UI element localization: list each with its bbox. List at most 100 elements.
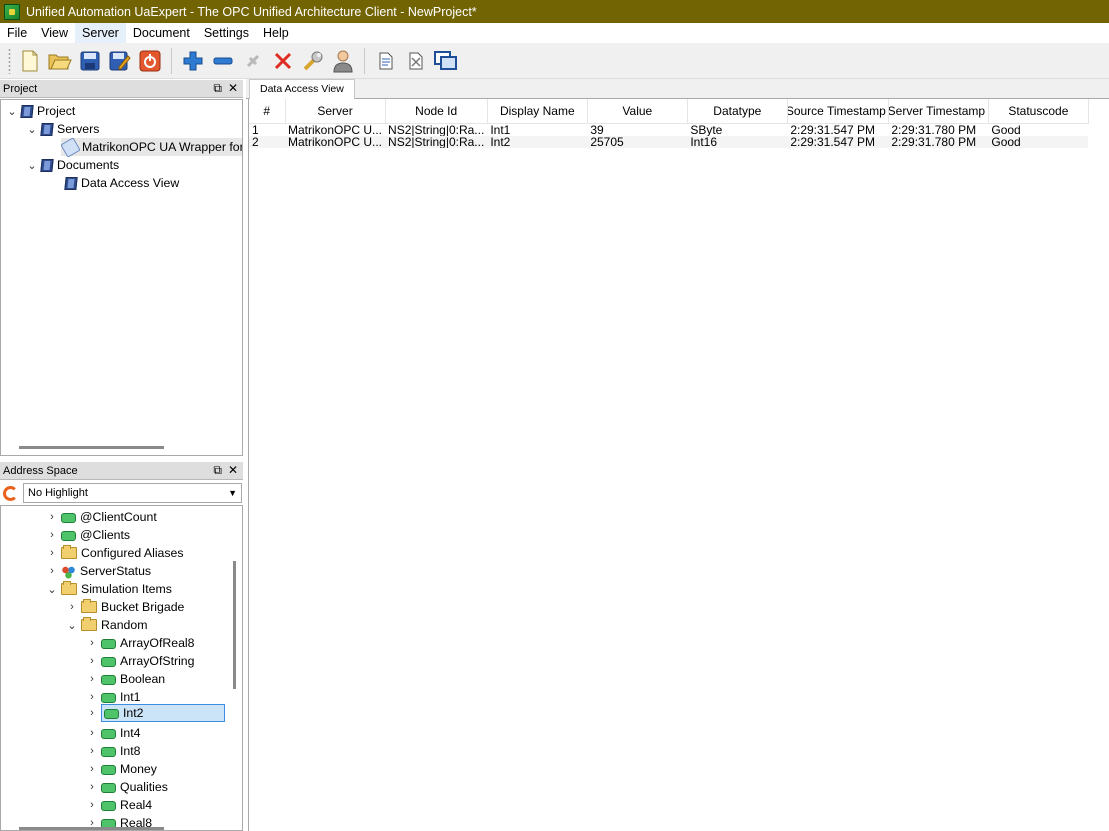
tree-item-money[interactable]: › Money — [85, 760, 157, 778]
tree-item-real4[interactable]: › Real4 — [85, 796, 152, 814]
remove-server-icon[interactable] — [209, 47, 237, 75]
chevron-right-icon[interactable]: › — [85, 655, 99, 667]
variable-icon — [101, 746, 116, 757]
folder-icon — [61, 581, 77, 595]
refresh-icon[interactable] — [3, 486, 18, 501]
chevron-down-icon[interactable]: ⌄ — [25, 123, 39, 136]
close-panel-icon[interactable]: ✕ — [228, 81, 238, 96]
menu-settings[interactable]: Settings — [197, 23, 256, 43]
folder-icon — [81, 599, 97, 613]
tree-item-random[interactable]: ⌄ Random — [65, 616, 147, 634]
tree-item-int8[interactable]: › Int8 — [85, 742, 140, 760]
chevron-right-icon[interactable]: › — [45, 511, 59, 523]
documents-folder-icon — [40, 158, 54, 172]
variable-icon — [101, 764, 116, 775]
chevron-right-icon[interactable]: › — [85, 673, 99, 685]
chevron-down-icon[interactable]: ⌄ — [25, 159, 39, 172]
delete-icon[interactable] — [269, 47, 297, 75]
tree-item-bucket-brigade[interactable]: › Bucket Brigade — [65, 598, 184, 616]
tree-item-array-of-string[interactable]: › ArrayOfString — [85, 652, 194, 670]
tree-item-boolean[interactable]: › Boolean — [85, 670, 165, 688]
tree-item-data-access-view[interactable]: Data Access View — [63, 174, 179, 192]
menu-file[interactable]: File — [0, 23, 34, 43]
address-space-panel-header: Address Space ⧉ ✕ — [0, 462, 243, 480]
column-header-datatype[interactable]: Datatype — [687, 99, 788, 124]
window-title: Unified Automation UaExpert - The OPC Un… — [26, 4, 477, 19]
user-icon[interactable] — [329, 47, 357, 75]
tree-item-documents[interactable]: ⌄ Documents — [25, 156, 119, 174]
tree-item-server-status[interactable]: › ServerStatus — [45, 562, 151, 580]
float-panel-icon[interactable]: ⧉ — [213, 81, 222, 96]
column-header-index[interactable]: # — [249, 99, 286, 124]
tree-item-int4[interactable]: › Int4 — [85, 724, 140, 742]
chevron-down-icon[interactable]: ⌄ — [65, 619, 79, 632]
tree-item-simulation-items[interactable]: ⌄ Simulation Items — [45, 580, 172, 598]
tree-item-project[interactable]: ⌄ Project — [5, 102, 75, 120]
cell-server: MatrikonOPC U... — [285, 135, 386, 148]
horizontal-scrollbar[interactable] — [19, 446, 164, 449]
chevron-right-icon[interactable]: › — [85, 637, 99, 649]
save-project-icon[interactable] — [76, 47, 104, 75]
float-panel-icon[interactable]: ⧉ — [213, 463, 222, 478]
variable-icon — [104, 708, 119, 719]
tree-item-servers[interactable]: ⌄ Servers — [25, 120, 99, 138]
close-panel-icon[interactable]: ✕ — [228, 463, 238, 478]
chevron-right-icon[interactable]: › — [85, 763, 99, 775]
chevron-right-icon[interactable]: › — [45, 529, 59, 541]
cell-value: 39 — [590, 123, 604, 136]
column-header-server-timestamp[interactable]: Server Timestamp — [888, 99, 989, 124]
chevron-right-icon[interactable]: › — [85, 727, 99, 739]
column-header-source-timestamp[interactable]: Source Timestamp — [787, 99, 889, 124]
save-as-icon[interactable] — [106, 47, 134, 75]
column-header-node-id[interactable]: Node Id — [385, 99, 488, 124]
menu-document[interactable]: Document — [126, 23, 197, 43]
chevron-right-icon[interactable]: › — [85, 745, 99, 757]
menu-help[interactable]: Help — [256, 23, 296, 43]
tree-item-clients[interactable]: › @Clients — [45, 526, 130, 544]
chevron-right-icon[interactable]: › — [85, 707, 99, 719]
address-space-tree: › @ClientCount › @Clients › Configured A… — [0, 505, 243, 831]
variable-icon — [101, 800, 116, 811]
menu-view[interactable]: View — [34, 23, 75, 43]
connect-icon[interactable] — [239, 47, 267, 75]
tree-item-int2[interactable]: Int2 — [101, 704, 225, 722]
object-icon — [61, 563, 76, 579]
settings-wrench-icon[interactable] — [299, 47, 327, 75]
dropdown-arrow-icon[interactable]: ▼ — [228, 488, 237, 498]
tree-item-array-of-real8[interactable]: › ArrayOfReal8 — [85, 634, 194, 652]
column-header-server[interactable]: Server — [285, 99, 386, 124]
column-header-statuscode[interactable]: Statuscode — [988, 99, 1089, 124]
vertical-scrollbar[interactable] — [233, 561, 236, 689]
chevron-down-icon[interactable]: ⌄ — [45, 583, 59, 596]
variable-icon — [61, 512, 76, 523]
remove-document-icon[interactable] — [402, 47, 430, 75]
disconnect-icon[interactable] — [136, 47, 164, 75]
table-row[interactable]: 2 MatrikonOPC U... NS2|String|0:Ra... In… — [249, 135, 1089, 148]
cell-display-name: Int2 — [487, 135, 588, 148]
chevron-right-icon[interactable]: › — [65, 601, 79, 613]
tree-item-client-count[interactable]: › @ClientCount — [45, 508, 157, 526]
highlight-filter-dropdown[interactable]: No Highlight ▼ — [23, 483, 242, 503]
new-project-icon[interactable] — [16, 47, 44, 75]
variable-icon — [101, 728, 116, 739]
tab-data-access-view[interactable]: Data Access View — [249, 79, 355, 99]
tree-item-configured-aliases[interactable]: › Configured Aliases — [45, 544, 184, 562]
chevron-right-icon[interactable]: › — [45, 547, 59, 559]
tree-item-qualities[interactable]: › Qualities — [85, 778, 168, 796]
horizontal-scrollbar[interactable] — [19, 827, 164, 830]
chevron-down-icon[interactable]: ⌄ — [5, 105, 19, 118]
table-row[interactable]: 1 MatrikonOPC U... NS2|String|0:Ra... In… — [249, 123, 1088, 136]
window-icon[interactable] — [432, 47, 460, 75]
chevron-right-icon[interactable]: › — [85, 799, 99, 811]
add-document-icon[interactable] — [372, 47, 400, 75]
open-project-icon[interactable] — [46, 47, 74, 75]
column-header-display-name[interactable]: Display Name — [487, 99, 588, 124]
column-header-value[interactable]: Value — [587, 99, 688, 124]
add-server-icon[interactable] — [179, 47, 207, 75]
chevron-right-icon[interactable]: › — [45, 565, 59, 577]
tree-item-server[interactable]: MatrikonOPC UA Wrapper for — [60, 136, 242, 158]
chevron-right-icon[interactable]: › — [85, 781, 99, 793]
chevron-right-icon[interactable]: › — [85, 691, 99, 703]
toolbar-grip[interactable] — [8, 47, 11, 74]
menu-server[interactable]: Server — [75, 23, 126, 43]
